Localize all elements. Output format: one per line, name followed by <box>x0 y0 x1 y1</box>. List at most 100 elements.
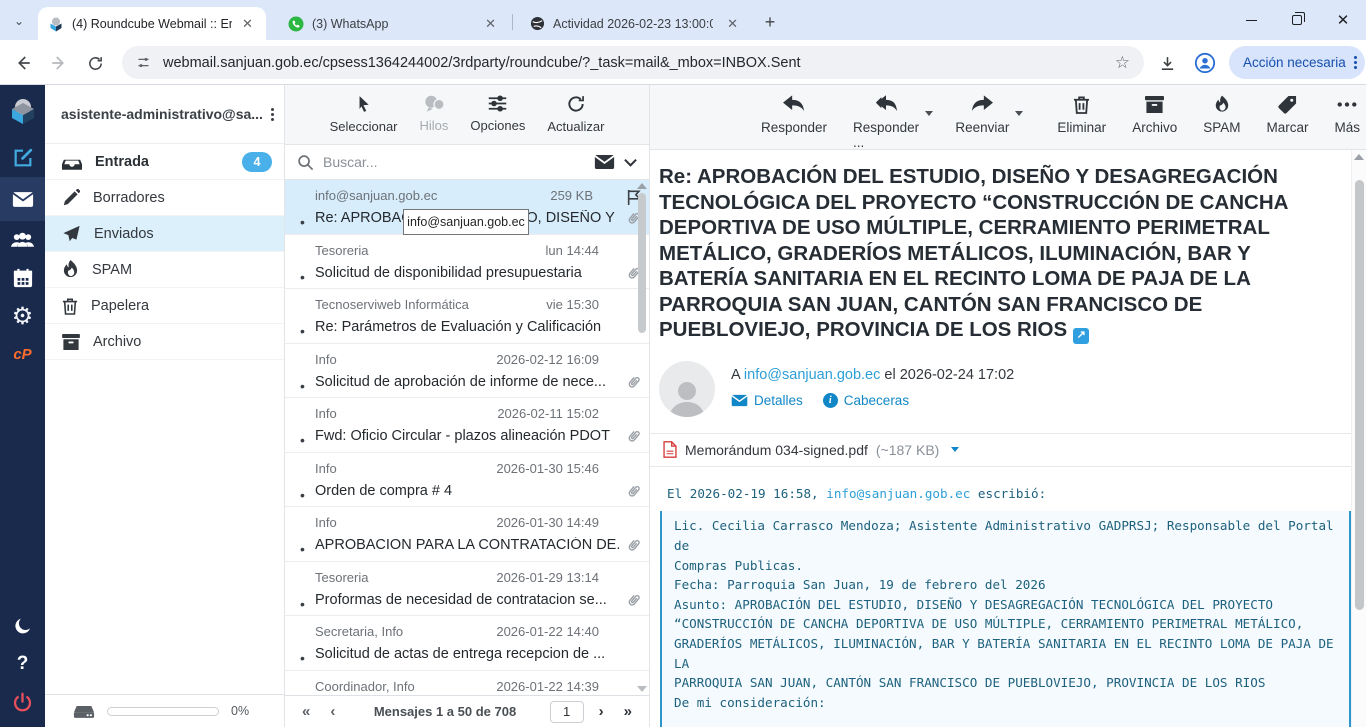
recipient-link[interactable]: info@sanjuan.gob.ec <box>744 367 880 383</box>
tab-close-icon[interactable]: ✕ <box>727 16 738 32</box>
tab-title: (3) WhatsApp <box>312 17 388 31</box>
prev-page-button[interactable]: ‹ <box>325 703 340 720</box>
archive-box-icon <box>62 334 80 350</box>
site-settings-icon[interactable] <box>136 55 151 70</box>
forward-button[interactable]: Reenviar <box>949 85 1015 149</box>
archive-button[interactable]: Archivo <box>1126 85 1183 149</box>
folder-item-entrada[interactable]: Entrada 4 <box>45 144 284 180</box>
envelope-icon <box>731 394 748 407</box>
next-page-button[interactable]: › <box>594 703 609 720</box>
pencil-icon <box>62 189 80 207</box>
attachment-row[interactable]: Memorándum 034-signed.pdf (~187 KB) <box>650 433 1351 467</box>
list-scrollbar-thumb[interactable] <box>638 193 646 333</box>
browser-tab-roundcube[interactable]: (4) Roundcube Webmail :: Envia ✕ <box>38 7 266 40</box>
message-row[interactable]: Tesoreria2026-01-29 13:14 •Proformas de … <box>285 562 649 617</box>
forward-button[interactable] <box>44 48 74 78</box>
message-row[interactable]: Info2026-02-11 15:02 •Fwd: Oficio Circul… <box>285 398 649 453</box>
settings-gear-icon[interactable]: ⚙ <box>0 297 45 335</box>
account-header[interactable]: asistente-administrativo@sa... <box>45 85 284 144</box>
cpanel-icon[interactable]: cP <box>0 335 45 373</box>
select-button[interactable]: Seleccionar <box>324 85 404 144</box>
browser-tabstrip: ⌄ (4) Roundcube Webmail :: Envia ✕ (3) W… <box>0 0 1366 40</box>
mail-body: El 2026-02-19 16:58, info@sanjuan.gob.ec… <box>667 484 1351 727</box>
download-icon[interactable] <box>1152 48 1182 78</box>
folder-item-papelera[interactable]: Papelera <box>45 288 284 324</box>
search-options-chevron-icon[interactable] <box>624 158 637 167</box>
search-input[interactable] <box>323 154 585 170</box>
message-row[interactable]: Coordinador, Info2026-01-22 14:39 <box>285 671 649 696</box>
tab-close-icon[interactable]: ✕ <box>485 16 496 32</box>
chrome-menu-icon[interactable] <box>1354 54 1357 71</box>
reload-button[interactable] <box>80 48 110 78</box>
mail-scrollbar-thumb[interactable] <box>1355 180 1364 610</box>
calendar-icon[interactable] <box>0 259 45 297</box>
mark-button[interactable]: Marcar <box>1260 85 1314 149</box>
reply-all-menu-caret-icon[interactable] <box>925 111 933 116</box>
folder-item-borradores[interactable]: Borradores <box>45 180 284 216</box>
address-bar[interactable]: webmail.sanjuan.gob.ec/cpsess1364244002/… <box>122 46 1144 79</box>
folder-item-spam[interactable]: SPAM <box>45 252 284 288</box>
attachment-name[interactable]: Memorándum 034-signed.pdf <box>685 442 868 458</box>
attachment-menu-caret-icon[interactable] <box>951 447 959 452</box>
forward-icon <box>971 95 993 114</box>
help-icon[interactable]: ? <box>0 645 45 683</box>
headers-toggle[interactable]: i Cabeceras <box>823 393 909 408</box>
tab-close-icon[interactable]: ✕ <box>242 16 253 32</box>
message-row[interactable]: Secretaria, Info2026-01-22 14:40 •Solici… <box>285 616 649 671</box>
first-page-button[interactable]: « <box>297 703 315 720</box>
logout-power-icon[interactable] <box>0 683 45 721</box>
threads-button[interactable]: Hilos <box>414 85 455 144</box>
list-scrollbar[interactable] <box>636 181 648 694</box>
window-minimize-button[interactable] <box>1228 0 1274 40</box>
contacts-icon[interactable] <box>0 221 45 259</box>
message-row[interactable]: Info2026-01-30 14:49 •APROBACION PARA LA… <box>285 507 649 562</box>
folder-label: Papelera <box>91 298 149 314</box>
mail-meta: A info@sanjuan.gob.ec el 2026-02-24 17:0… <box>659 361 1351 417</box>
window-close-button[interactable]: ✕ <box>1320 0 1366 40</box>
action-needed-chip[interactable]: Acción necesaria <box>1229 46 1365 79</box>
quota-bar: 0% <box>45 694 284 727</box>
ellipsis-icon <box>1337 95 1357 114</box>
folder-item-enviados[interactable]: Enviados <box>45 216 284 252</box>
message-list: info@sanjuan.gob.ec259 KB •Re: APROBACIÓ… <box>285 180 649 695</box>
reply-all-button[interactable]: Responder ... <box>847 85 925 149</box>
page-number-input[interactable] <box>550 701 584 723</box>
mail-nav-icon[interactable] <box>0 177 45 221</box>
message-row[interactable]: Info2026-01-30 15:46 •Orden de compra # … <box>285 453 649 508</box>
url-text[interactable]: webmail.sanjuan.gob.ec/cpsess1364244002/… <box>163 55 1103 71</box>
details-toggle[interactable]: Detalles <box>731 393 803 408</box>
message-row[interactable]: Tesorerialun 14:44 •Solicitud de disponi… <box>285 235 649 290</box>
search-scope-mail-icon[interactable] <box>594 154 615 170</box>
message-row[interactable]: Info2026-02-12 16:09 •Solicitud de aprob… <box>285 344 649 399</box>
message-row[interactable]: Tecnoserviweb Informáticavie 15:30 •Re: … <box>285 289 649 344</box>
spam-button[interactable]: SPAM <box>1197 85 1246 149</box>
msg-sender: info@sanjuan.gob.ec <box>315 188 437 203</box>
reply-button[interactable]: Responder <box>755 85 833 149</box>
new-tab-button[interactable]: + <box>758 10 782 34</box>
globe-favicon <box>530 16 545 31</box>
profile-icon[interactable] <box>1190 48 1220 78</box>
inbox-icon <box>62 154 82 170</box>
account-email: asistente-administrativo@sa... <box>61 106 271 122</box>
browser-tab-actividad[interactable]: Actividad 2026-02-23 13:00:00 ✕ <box>520 7 748 40</box>
dark-mode-moon-icon[interactable] <box>0 607 45 645</box>
open-in-new-window-icon[interactable]: ↗ <box>1073 328 1089 344</box>
bookmark-star-icon[interactable]: ☆ <box>1115 53 1130 73</box>
quoted-sender-link[interactable]: info@sanjuan.gob.ec <box>826 486 970 501</box>
refresh-button[interactable]: Actualizar <box>541 85 610 144</box>
window-restore-button[interactable] <box>1274 0 1320 40</box>
account-menu-icon[interactable] <box>271 106 274 123</box>
folder-item-archivo[interactable]: Archivo <box>45 324 284 360</box>
tab-search-chevron-icon[interactable]: ⌄ <box>8 12 30 30</box>
browser-tab-whatsapp[interactable]: (3) WhatsApp ✕ <box>278 7 506 40</box>
last-page-button[interactable]: » <box>619 703 637 720</box>
forward-menu-caret-icon[interactable] <box>1015 111 1023 116</box>
back-button[interactable] <box>8 48 38 78</box>
delete-button[interactable]: Eliminar <box>1051 85 1112 149</box>
more-button[interactable]: Más <box>1328 85 1366 149</box>
mail-scrollbar[interactable] <box>1351 150 1366 727</box>
options-button[interactable]: Opciones <box>464 85 531 144</box>
roundcube-logo[interactable] <box>0 85 45 139</box>
message-list-panel: Seleccionar Hilos Opciones Actualizar <box>285 85 650 727</box>
compose-icon[interactable] <box>0 139 45 177</box>
